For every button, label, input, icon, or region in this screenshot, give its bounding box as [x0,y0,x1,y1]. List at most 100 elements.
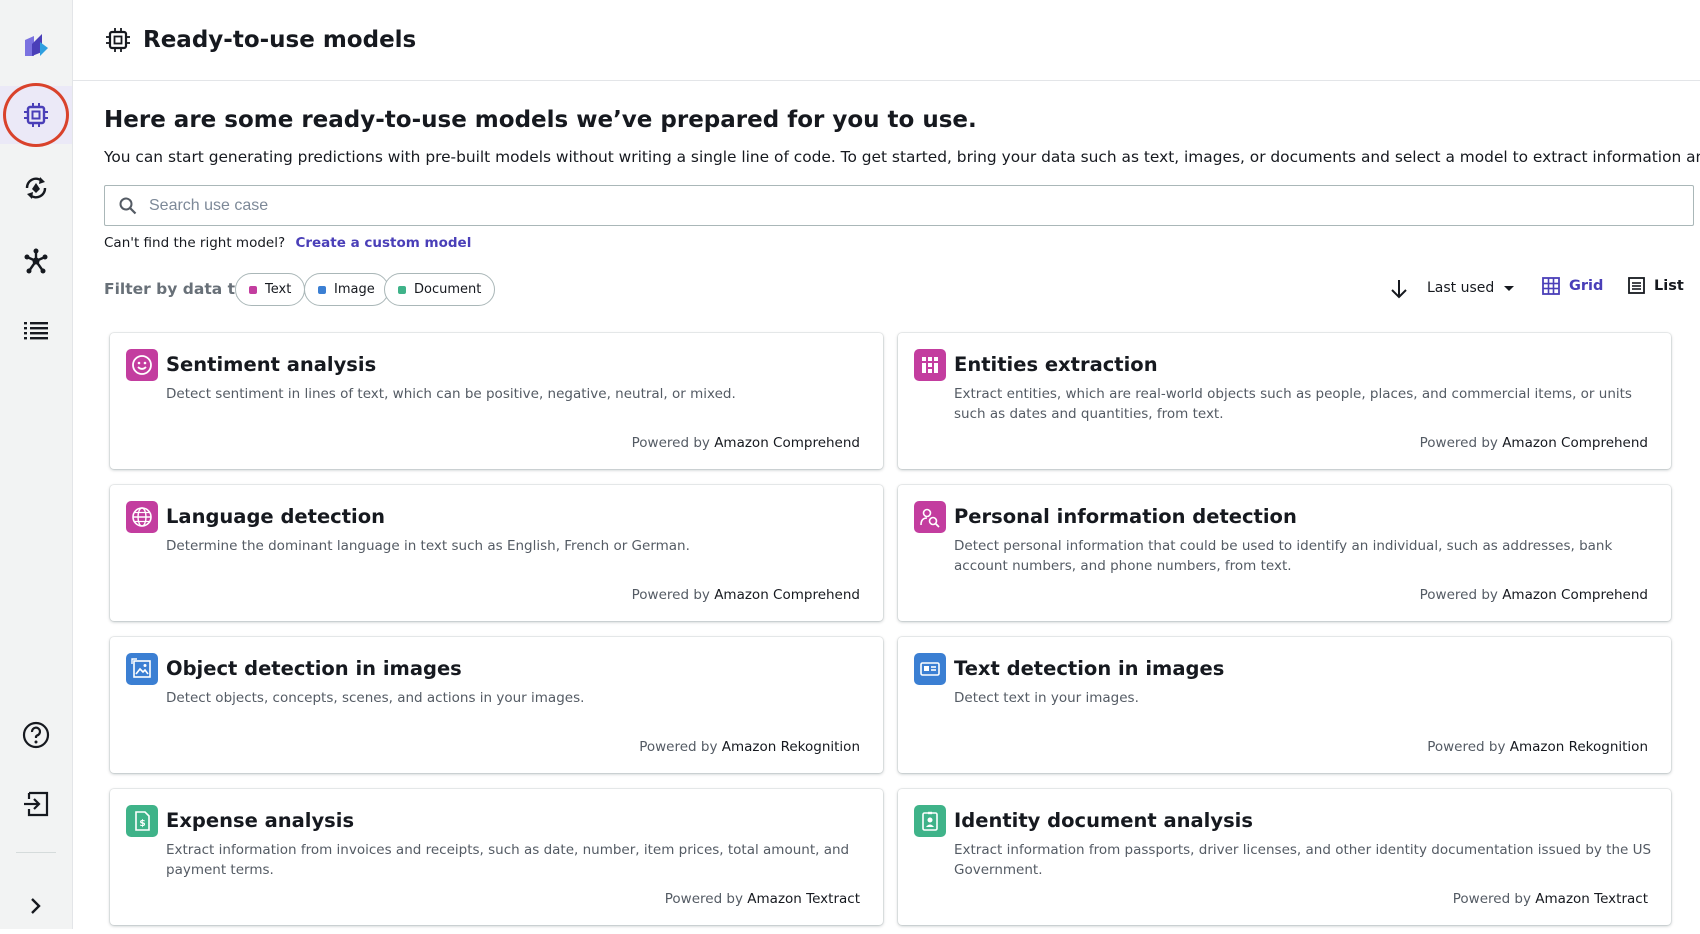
card-description: Determine the dominant language in text … [166,538,690,554]
globe-icon [126,501,158,533]
card-title: Language detection [166,505,386,528]
person-search-icon [914,501,946,533]
model-card-entities-extraction[interactable]: Entities extraction Extract entities, wh… [898,333,1671,469]
service-name: Amazon Comprehend [714,587,860,603]
network-icon [24,248,48,274]
powered-by: Powered by Amazon Comprehend [1420,435,1648,451]
card-description: Detect text in your images. [954,690,1139,706]
expand-sidebar-button[interactable] [0,878,72,934]
card-title: Identity document analysis [954,809,1253,832]
service-name: Amazon Rekognition [1509,739,1648,755]
model-card-expense-analysis[interactable]: $ Expense analysis Extract information f… [110,789,883,925]
sidebar-item-models[interactable] [0,160,72,216]
model-card-sentiment-analysis[interactable]: Sentiment analysis Detect sentiment in l… [110,333,883,469]
powered-by-prefix: Powered by [639,739,718,755]
sort-value: Last used [1427,280,1495,296]
document-type-dot [398,285,406,294]
chevron-right-icon [31,898,41,914]
sidebar-item-ready-to-use-models[interactable] [0,86,72,144]
refresh-model-icon [25,177,47,199]
card-description: Detect objects, concepts, scenes, and ac… [166,690,585,706]
card-description: Extract entities, which are real-world o… [954,386,1632,422]
sidebar-item-help[interactable] [0,707,72,763]
powered-by-prefix: Powered by [631,435,710,451]
card-title: Object detection in images [166,657,462,680]
grid-icon [1542,277,1560,295]
powered-by: Powered by Amazon Rekognition [1427,739,1648,755]
list-view-icon [1628,277,1645,294]
list-icon [24,322,48,340]
card-title: Text detection in images [954,657,1225,680]
powered-by-prefix: Powered by [631,587,710,603]
sidebar-item-datasets[interactable] [0,302,72,358]
create-custom-model-link[interactable]: Create a custom model [295,235,471,251]
svg-text:$: $ [139,819,145,829]
powered-by-prefix: Powered by [664,891,743,907]
image-type-dot [318,285,326,294]
sort-direction-button[interactable] [1389,278,1409,304]
image-icon [126,653,158,685]
page-title: Ready-to-use models [143,27,417,53]
service-name: Amazon Comprehend [1502,435,1648,451]
powered-by: Powered by Amazon Textract [665,891,860,907]
intro-description: You can start generating predictions wit… [104,148,1700,166]
powered-by: Powered by Amazon Comprehend [1420,587,1648,603]
chip-icon [24,103,48,127]
service-name: Amazon Comprehend [714,435,860,451]
cant-find-text: Can't find the right model? [104,235,286,251]
sidebar-item-network[interactable] [0,233,72,289]
model-card-language-detection[interactable]: Language detection Determine the dominan… [110,485,883,621]
chip-label: Text [265,282,292,297]
custom-model-hint: Can't find the right model? Create a cus… [104,235,471,251]
card-title: Sentiment analysis [166,353,377,376]
text-type-dot [249,285,257,294]
powered-by: Powered by Amazon Comprehend [632,435,860,451]
card-description: Extract information from invoices and re… [166,842,850,878]
filter-chip-document[interactable]: Document [384,273,496,306]
powered-by-prefix: Powered by [1452,891,1531,907]
invoice-icon: $ [126,805,158,837]
help-icon [22,721,50,749]
sort-dropdown[interactable]: Last used [1427,280,1515,296]
main-content: Here are some ready-to-use models we’ve … [73,81,1700,929]
model-card-personal-information-detection[interactable]: Personal information detection Detect pe… [898,485,1671,621]
service-name: Amazon Comprehend [1502,587,1648,603]
chip-label: Document [414,282,482,297]
id-badge-icon [914,805,946,837]
sidebar-item-logout[interactable] [0,776,72,832]
model-card-identity-document-analysis[interactable]: Identity document analysis Extract infor… [898,789,1671,925]
entities-icon [914,349,946,381]
filter-chip-text[interactable]: Text [235,273,306,306]
page-header: Ready-to-use models [73,0,1700,81]
filter-chip-image[interactable]: Image [304,273,389,306]
left-sidebar [0,0,73,929]
search-icon [119,197,137,214]
search-input[interactable] [149,196,1649,215]
model-card-object-detection-in-images[interactable]: Object detection in images Detect object… [110,637,883,773]
list-view-button[interactable]: List [1628,277,1684,294]
logout-icon [24,791,49,817]
search-box[interactable] [104,185,1694,226]
intro-heading: Here are some ready-to-use models we’ve … [104,107,977,133]
card-title: Entities extraction [954,353,1158,376]
powered-by: Powered by Amazon Comprehend [632,587,860,603]
grid-view-button[interactable]: Grid [1542,277,1603,295]
arrow-down-icon [1391,280,1407,299]
sidebar-divider [16,852,56,853]
powered-by-prefix: Powered by [1427,739,1506,755]
service-name: Amazon Rekognition [721,739,860,755]
powered-by: Powered by Amazon Rekognition [639,739,860,755]
card-description: Detect personal information that could b… [954,538,1613,574]
card-description: Detect sentiment in lines of text, which… [166,386,736,402]
grid-label: Grid [1569,278,1604,294]
powered-by: Powered by Amazon Textract [1453,891,1648,907]
caret-down-icon [1504,285,1515,291]
service-name: Amazon Textract [747,891,860,907]
powered-by-prefix: Powered by [1419,587,1498,603]
model-card-text-detection-in-images[interactable]: Text detection in images Detect text in … [898,637,1671,773]
app-logo-icon[interactable] [0,16,72,72]
chip-label: Image [334,282,375,297]
card-title: Personal information detection [954,505,1297,528]
card-description: Extract information from passports, driv… [954,842,1652,878]
service-name: Amazon Textract [1535,891,1648,907]
